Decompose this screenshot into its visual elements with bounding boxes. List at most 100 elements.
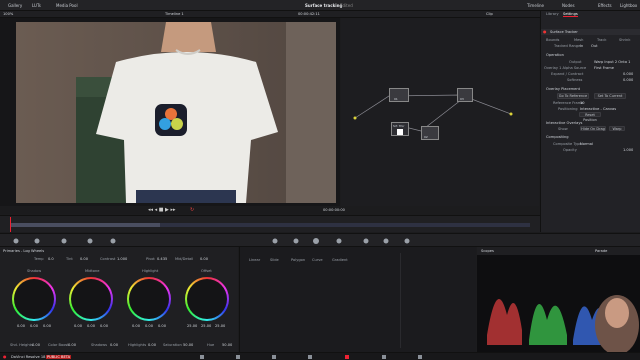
tracked-range-out[interactable]: Out [591,44,598,48]
midtone-wheel[interactable] [69,277,113,321]
video-frame[interactable] [16,22,336,203]
window-panel: Linear Slide Polygon Curve Gradient [239,247,476,352]
pivot-value[interactable]: 0.435 [157,257,167,261]
node-graph[interactable]: 01 Srf. Trkr 02 03 [341,18,539,206]
midtone-val-b[interactable]: 0.00 [100,324,108,328]
section-overlay-placement[interactable]: Overlay Placement [546,87,580,91]
saturation-value[interactable]: 50.00 [183,343,193,347]
luts-tab[interactable]: LUTs [32,3,41,8]
contrast-label: Contrast [100,257,116,261]
node-02[interactable]: 02 [421,126,439,140]
expand-value[interactable]: 0.000 [623,72,633,76]
shadow-val-r[interactable]: 0.00 [17,324,25,328]
reference-frame-label: Reference Frame [553,101,584,105]
offset-wheel[interactable] [185,277,229,321]
reference-frame-value[interactable]: 10 [580,101,585,105]
output-select[interactable]: Warp Input 2 Onto 1 [594,60,630,64]
app-name: DaVinci Resolve 18 [11,355,46,359]
divider [400,253,401,348]
effects-tab[interactable]: Effects [598,3,612,8]
viewer-timecode: 00:00:00:00 [323,208,345,212]
node-surface-tracker[interactable]: Srf. Trkr [391,122,409,136]
loop-icon[interactable]: ↻ [190,207,194,213]
window-tab-polygon[interactable]: Polygon [291,258,305,262]
gallery-tab[interactable]: Gallery [8,3,22,8]
highlight-wheel[interactable] [127,277,171,321]
mid-detail-label: Mid/Detail [175,257,194,261]
tool-title: Surface Tracker [550,30,578,34]
highlight-val-r[interactable]: 0.00 [132,324,140,328]
node-01[interactable]: 01 [389,88,409,102]
tool-enabled-icon[interactable]: ● [543,29,547,34]
media-pool-tab[interactable]: Media Pool [56,3,78,8]
set-to-current-button[interactable]: Set To Current [594,93,626,99]
mini-timeline[interactable] [0,215,540,232]
midtone-val-g[interactable]: 0.00 [87,324,95,328]
shadow-val-b[interactable]: 0.00 [43,324,51,328]
palette-icons[interactable] [0,234,640,248]
timeline-clip[interactable] [10,223,160,227]
offset-val-b[interactable]: 25.00 [215,324,225,328]
scopes-mode[interactable]: Parade [595,249,607,253]
subtab-bounds[interactable]: Bounds [546,38,559,42]
shd-heights-value[interactable]: 0.00 [32,343,40,347]
window-tab-curve[interactable]: Curve [312,258,323,262]
positioning-select[interactable]: Interactive - Canvas [580,107,616,111]
nodes-tab[interactable]: Nodes [562,3,575,8]
offset-val-r[interactable]: 25.00 [187,324,197,328]
library-tab[interactable]: Library [546,12,559,16]
timeline-tab[interactable]: Timeline [527,3,544,8]
status-bar: ● DaVinci Resolve 18 PUBLIC BETA [0,352,640,360]
contrast-value[interactable]: 1.000 [117,257,127,261]
shadow-wheel[interactable] [12,277,56,321]
subtab-shrink[interactable]: Shrink [619,38,630,42]
saturation-label: Saturation [163,343,182,347]
softness-label: Softness [567,78,583,82]
color-boost-value[interactable]: 0.00 [68,343,76,347]
hide-on-drag-button[interactable]: Hide On Drag [580,126,606,131]
section-compositing[interactable]: Compositing [546,135,569,139]
tracked-range-in[interactable]: In [580,44,583,48]
window-tab-gradient[interactable]: Gradient [332,258,348,262]
page-navigation-icons[interactable] [200,354,460,360]
opacity-label: Opacity [563,148,577,152]
alpha-source-select[interactable]: First Frame [594,66,614,70]
wheel-label-highlight: Highlight [142,269,159,273]
hue-value[interactable]: 50.00 [222,343,232,347]
lightbox-tab[interactable]: Lightbox [620,3,637,8]
tint-value[interactable]: 0.00 [80,257,88,261]
node-03[interactable]: 03 [457,88,473,102]
playhead[interactable] [10,217,11,232]
subtab-mesh[interactable]: Mesh [574,38,583,42]
parade-scope [477,255,640,355]
composite-type-select[interactable]: Normal [580,142,593,146]
section-interactive-overlays[interactable]: Interactive Overlays [546,121,582,125]
shadow-val-g[interactable]: 0.00 [30,324,38,328]
opacity-value[interactable]: 1.000 [623,148,633,152]
output-label: Output [569,60,582,64]
section-operation[interactable]: Operation [546,53,564,57]
softness-value[interactable]: 0.000 [623,78,633,82]
shadows-value[interactable]: 0.00 [110,343,118,347]
highlights-value[interactable]: 0.00 [148,343,156,347]
highlight-val-g[interactable]: 0.00 [145,324,153,328]
midtone-val-r[interactable]: 0.00 [74,324,82,328]
highlight-val-b[interactable]: 0.00 [158,324,166,328]
window-tab-slide[interactable]: Slide [270,258,279,262]
timeline-name[interactable]: Timeline 1 [165,12,184,16]
play-controls[interactable]: ◂◂ ◂ ■ ▶ ▸▸ [148,207,175,213]
offset-val-g[interactable]: 25.00 [201,324,211,328]
window-tab-linear[interactable]: Linear [249,258,260,262]
clip-menu[interactable]: Clip [486,12,493,16]
tracked-range-label: Tracked Range [554,44,581,48]
go-to-reference-button[interactable]: Go To Reference [557,93,589,99]
shadows-label: Shadows [91,343,108,347]
subtab-track[interactable]: Track [597,38,606,42]
mid-detail-value[interactable]: 0.00 [200,257,208,261]
video-image [16,22,336,203]
settings-tab[interactable]: Settings [563,12,578,17]
warp-button[interactable]: Warp [609,126,625,131]
zoom-level[interactable]: 100% [3,12,13,16]
temp-value[interactable]: 0.0 [48,257,54,261]
reset-position-button[interactable]: Reset Position [579,112,601,122]
